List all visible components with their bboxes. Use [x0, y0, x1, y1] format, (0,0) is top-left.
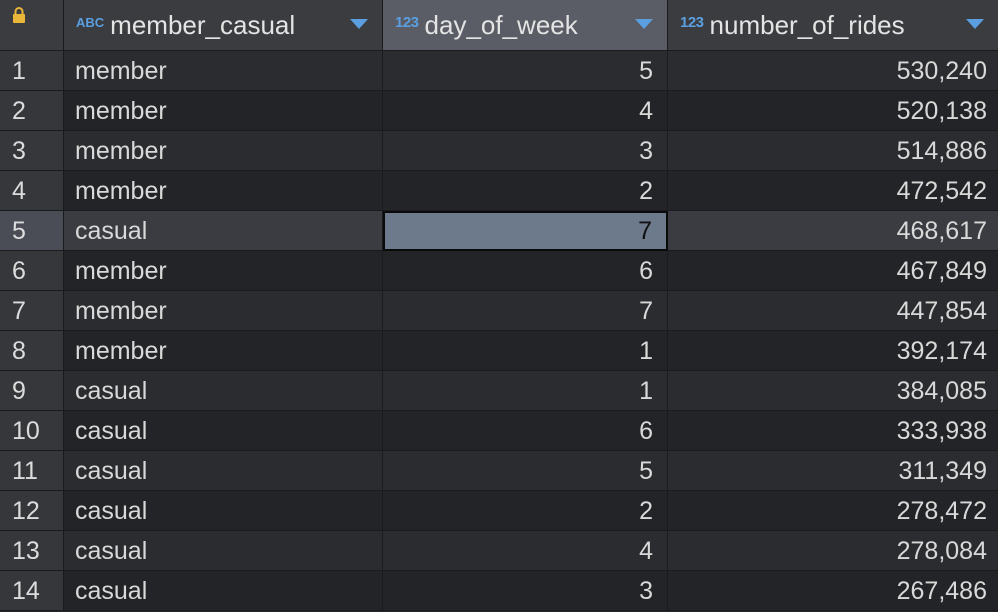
column-header-day-of-week[interactable]: 123 day_of_week — [383, 0, 668, 50]
table-row[interactable]: 14 casual 3 267,486 — [0, 571, 998, 611]
row-number[interactable]: 9 — [0, 371, 64, 411]
table-row[interactable]: 12 casual 2 278,472 — [0, 491, 998, 531]
cell-day-of-week[interactable]: 5 — [383, 451, 668, 491]
table-row[interactable]: 5 casual 7 468,617 — [0, 211, 998, 251]
corner-cell[interactable] — [0, 0, 64, 50]
cell-day-of-week[interactable]: 2 — [383, 171, 668, 211]
cell-day-of-week[interactable]: 3 — [383, 571, 668, 611]
cell-number-of-rides[interactable]: 311,349 — [668, 451, 998, 491]
cell-member-casual[interactable]: member — [64, 131, 383, 171]
cell-member-casual[interactable]: casual — [64, 491, 383, 531]
cell-number-of-rides[interactable]: 278,472 — [668, 491, 998, 531]
number-type-icon: 123 — [680, 13, 704, 31]
cell-number-of-rides[interactable]: 520,138 — [668, 91, 998, 131]
cell-member-casual[interactable]: member — [64, 171, 383, 211]
row-number[interactable]: 13 — [0, 531, 64, 571]
cell-number-of-rides[interactable]: 267,486 — [668, 571, 998, 611]
cell-number-of-rides[interactable]: 472,542 — [668, 171, 998, 211]
table-row[interactable]: 13 casual 4 278,084 — [0, 531, 998, 571]
column-header-number-of-rides[interactable]: 123 number_of_rides — [668, 0, 998, 50]
row-number[interactable]: 10 — [0, 411, 64, 451]
cell-day-of-week[interactable]: 4 — [383, 531, 668, 571]
cell-day-of-week[interactable]: 5 — [383, 51, 668, 91]
table-row[interactable]: 1 member 5 530,240 — [0, 51, 998, 91]
row-number[interactable]: 7 — [0, 291, 64, 331]
cell-day-of-week-selected[interactable]: 7 — [383, 211, 668, 251]
cell-day-of-week[interactable]: 1 — [383, 371, 668, 411]
column-label: member_casual — [110, 9, 296, 40]
cell-member-casual[interactable]: casual — [64, 451, 383, 491]
table-row[interactable]: 11 casual 5 311,349 — [0, 451, 998, 491]
cell-member-casual[interactable]: member — [64, 291, 383, 331]
cell-member-casual[interactable]: member — [64, 331, 383, 371]
cell-number-of-rides[interactable]: 278,084 — [668, 531, 998, 571]
cell-member-casual[interactable]: casual — [64, 531, 383, 571]
cell-day-of-week[interactable]: 4 — [383, 91, 668, 131]
cell-day-of-week[interactable]: 6 — [383, 411, 668, 451]
cell-member-casual[interactable]: casual — [64, 411, 383, 451]
row-number[interactable]: 1 — [0, 51, 64, 91]
chevron-down-icon[interactable] — [966, 19, 984, 29]
cell-member-casual[interactable]: casual — [64, 371, 383, 411]
lock-icon — [13, 7, 25, 23]
row-number[interactable]: 3 — [0, 131, 64, 171]
table-row[interactable]: 10 casual 6 333,938 — [0, 411, 998, 451]
table-row[interactable]: 3 member 3 514,886 — [0, 131, 998, 171]
row-number[interactable]: 11 — [0, 451, 64, 491]
column-label: day_of_week — [424, 9, 578, 40]
cell-member-casual[interactable]: member — [64, 251, 383, 291]
grid-header: ABC member_casual 123 day_of_week 123 nu… — [0, 0, 998, 51]
column-header-member-casual[interactable]: ABC member_casual — [64, 0, 383, 50]
cell-number-of-rides[interactable]: 514,886 — [668, 131, 998, 171]
cell-day-of-week[interactable]: 2 — [383, 491, 668, 531]
cell-day-of-week[interactable]: 7 — [383, 291, 668, 331]
cell-number-of-rides[interactable]: 530,240 — [668, 51, 998, 91]
cell-number-of-rides[interactable]: 468,617 — [668, 211, 998, 251]
text-type-icon: ABC — [76, 14, 105, 30]
table-row[interactable]: 7 member 7 447,854 — [0, 291, 998, 331]
cell-number-of-rides[interactable]: 384,085 — [668, 371, 998, 411]
chevron-down-icon[interactable] — [350, 19, 368, 29]
row-number[interactable]: 14 — [0, 571, 64, 611]
results-grid: ABC member_casual 123 day_of_week 123 nu… — [0, 0, 998, 612]
table-row[interactable]: 2 member 4 520,138 — [0, 91, 998, 131]
row-number[interactable]: 8 — [0, 331, 64, 371]
cell-number-of-rides[interactable]: 333,938 — [668, 411, 998, 451]
row-number[interactable]: 12 — [0, 491, 64, 531]
table-row[interactable]: 6 member 6 467,849 — [0, 251, 998, 291]
cell-member-casual[interactable]: member — [64, 51, 383, 91]
cell-day-of-week[interactable]: 3 — [383, 131, 668, 171]
row-number[interactable]: 6 — [0, 251, 64, 291]
cell-member-casual[interactable]: casual — [64, 571, 383, 611]
cell-number-of-rides[interactable]: 392,174 — [668, 331, 998, 371]
number-type-icon: 123 — [395, 13, 419, 31]
cell-number-of-rides[interactable]: 447,854 — [668, 291, 998, 331]
row-number[interactable]: 2 — [0, 91, 64, 131]
table-row[interactable]: 4 member 2 472,542 — [0, 171, 998, 211]
cell-day-of-week[interactable]: 6 — [383, 251, 668, 291]
chevron-down-icon[interactable] — [635, 19, 653, 29]
cell-member-casual[interactable]: member — [64, 91, 383, 131]
row-number[interactable]: 5 — [0, 211, 64, 251]
table-row[interactable]: 9 casual 1 384,085 — [0, 371, 998, 411]
cell-number-of-rides[interactable]: 467,849 — [668, 251, 998, 291]
cell-member-casual[interactable]: casual — [64, 211, 383, 251]
cell-day-of-week[interactable]: 1 — [383, 331, 668, 371]
row-number[interactable]: 4 — [0, 171, 64, 211]
table-row[interactable]: 8 member 1 392,174 — [0, 331, 998, 371]
column-label: number_of_rides — [709, 9, 905, 40]
